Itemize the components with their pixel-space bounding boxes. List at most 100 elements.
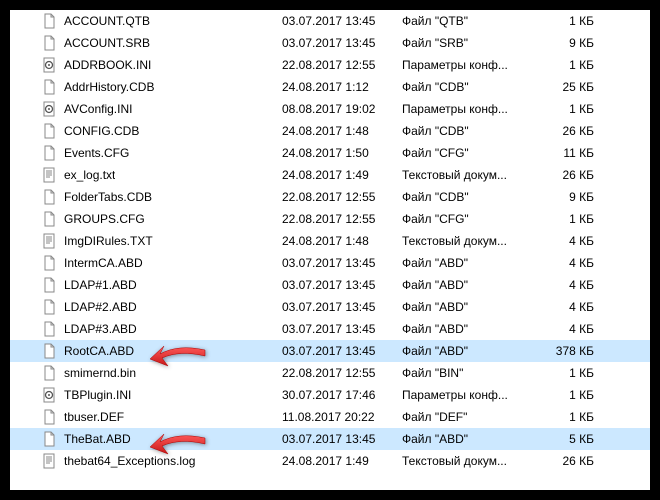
file-date-cell: 03.07.2017 13:45: [282, 300, 402, 314]
file-name-label: ImgDIRules.TXT: [64, 234, 153, 248]
file-name-cell[interactable]: LDAP#1.ABD: [42, 277, 282, 293]
file-name-label: CONFIG.CDB: [64, 124, 139, 138]
file-icon: [42, 321, 58, 337]
file-name-cell[interactable]: smimernd.bin: [42, 365, 282, 381]
table-row[interactable]: IntermCA.ABD03.07.2017 13:45Файл "ABD"4 …: [10, 252, 650, 274]
file-name-cell[interactable]: tbuser.DEF: [42, 409, 282, 425]
table-row[interactable]: AVConfig.INI08.08.2017 19:02Параметры ко…: [10, 98, 650, 120]
table-row[interactable]: ACCOUNT.SRB03.07.2017 13:45Файл "SRB"9 К…: [10, 32, 650, 54]
file-name-cell[interactable]: ACCOUNT.SRB: [42, 35, 282, 51]
file-size-cell: 4 КБ: [542, 234, 602, 248]
table-row[interactable]: ADDRBOOK.INI 22.08.2017 12:55Параметры ко…: [10, 54, 650, 76]
table-row[interactable]: FolderTabs.CDB 22.08.2017 12:55Файл "CDB"…: [10, 186, 650, 208]
file-type-cell: Файл "CDB": [402, 190, 542, 204]
table-row[interactable]: TBPlugin.INI30.07.2017 17:46Параметры ко…: [10, 384, 650, 406]
file-icon: [42, 145, 58, 161]
file-size-cell: 4 КБ: [542, 322, 602, 336]
file-size-cell: 378 КБ: [542, 344, 602, 358]
file-name-cell[interactable]: AVConfig.INI: [42, 101, 282, 117]
file-type-cell: Файл "ABD": [402, 322, 542, 336]
file-type-cell: Файл "ABD": [402, 432, 542, 446]
file-name-cell[interactable]: CONFIG.CDB: [42, 123, 282, 139]
table-row[interactable]: RootCA.ABD03.07.2017 13:45Файл "ABD"378 …: [10, 340, 650, 362]
file-name-label: ADDRBOOK.INI: [64, 58, 151, 72]
table-row[interactable]: smimernd.bin22.08.2017 12:55Файл "BIN"1 …: [10, 362, 650, 384]
file-icon: [42, 255, 58, 271]
file-type-cell: Параметры конф...: [402, 102, 542, 116]
file-name-cell[interactable]: ADDRBOOK.INI: [42, 57, 282, 73]
table-row[interactable]: Events.CFG24.08.2017 1:50Файл "CFG"11 КБ: [10, 142, 650, 164]
table-row[interactable]: LDAP#2.ABD03.07.2017 13:45Файл "ABD"4 КБ: [10, 296, 650, 318]
file-date-cell: 03.07.2017 13:45: [282, 36, 402, 50]
table-row[interactable]: ImgDIRules.TXT24.08.2017 1:48Текстовый д…: [10, 230, 650, 252]
file-type-cell: Файл "BIN": [402, 366, 542, 380]
file-name-label: TBPlugin.INI: [64, 388, 131, 402]
file-name-label: GROUPS.CFG: [64, 212, 145, 226]
file-date-cell: 24.08.2017 1:49: [282, 454, 402, 468]
file-name-cell[interactable]: ex_log.txt: [42, 167, 282, 183]
ini-icon: [42, 387, 58, 403]
file-size-cell: 26 КБ: [542, 124, 602, 138]
ini-icon: [42, 57, 58, 73]
table-row[interactable]: thebat64_Exceptions.log24.08.2017 1:49Те…: [10, 450, 650, 472]
file-name-label: smimernd.bin: [64, 366, 136, 380]
file-name-label: thebat64_Exceptions.log: [64, 454, 195, 468]
file-name-cell[interactable]: RootCA.ABD: [42, 343, 282, 359]
file-list[interactable]: ACCOUNT.QTB03.07.2017 13:45Файл "QTB"1 К…: [10, 10, 650, 490]
file-type-cell: Параметры конф...: [402, 388, 542, 402]
file-type-cell: Параметры конф...: [402, 58, 542, 72]
file-name-label: TheBat.ABD: [64, 432, 131, 446]
file-name-cell[interactable]: AddrHistory.CDB: [42, 79, 282, 95]
file-name-label: IntermCA.ABD: [64, 256, 143, 270]
file-name-cell[interactable]: FolderTabs.CDB: [42, 189, 282, 205]
file-name-cell[interactable]: LDAP#2.ABD: [42, 299, 282, 315]
file-date-cell: 24.08.2017 1:48: [282, 234, 402, 248]
file-name-cell[interactable]: Events.CFG: [42, 145, 282, 161]
table-row[interactable]: LDAP#3.ABD03.07.2017 13:45Файл "ABD"4 КБ: [10, 318, 650, 340]
table-row[interactable]: CONFIG.CDB24.08.2017 1:48Файл "CDB"26 КБ: [10, 120, 650, 142]
table-row[interactable]: AddrHistory.CDB24.08.2017 1:12Файл "CDB"…: [10, 76, 650, 98]
table-row[interactable]: GROUPS.CFG22.08.2017 12:55Файл "CFG"1 КБ: [10, 208, 650, 230]
file-date-cell: 24.08.2017 1:50: [282, 146, 402, 160]
file-type-cell: Файл "ABD": [402, 344, 542, 358]
file-size-cell: 25 КБ: [542, 80, 602, 94]
table-row[interactable]: ex_log.txt24.08.2017 1:49Текстовый докум…: [10, 164, 650, 186]
file-icon: [42, 343, 58, 359]
file-size-cell: 1 КБ: [542, 58, 602, 72]
file-name-cell[interactable]: LDAP#3.ABD: [42, 321, 282, 337]
file-name-label: ACCOUNT.SRB: [64, 36, 150, 50]
file-date-cell: 11.08.2017 20:22: [282, 410, 402, 424]
file-type-cell: Файл "ABD": [402, 256, 542, 270]
file-name-cell[interactable]: thebat64_Exceptions.log: [42, 453, 282, 469]
file-type-cell: Файл "ABD": [402, 300, 542, 314]
file-size-cell: 1 КБ: [542, 212, 602, 226]
file-date-cell: 22.08.2017 12:55: [282, 58, 402, 72]
table-row[interactable]: TheBat.ABD03.07.2017 13:45Файл "ABD"5 КБ: [10, 428, 650, 450]
table-row[interactable]: ACCOUNT.QTB03.07.2017 13:45Файл "QTB"1 К…: [10, 10, 650, 32]
file-date-cell: 03.07.2017 13:45: [282, 344, 402, 358]
file-date-cell: 03.07.2017 13:45: [282, 278, 402, 292]
file-name-label: FolderTabs.CDB: [64, 190, 152, 204]
file-icon: [42, 189, 58, 205]
file-name-cell[interactable]: ACCOUNT.QTB: [42, 13, 282, 29]
table-row[interactable]: LDAP#1.ABD03.07.2017 13:45Файл "ABD"4 КБ: [10, 274, 650, 296]
file-icon: [42, 123, 58, 139]
file-icon: [42, 35, 58, 51]
file-name-cell[interactable]: TBPlugin.INI: [42, 387, 282, 403]
file-name-cell[interactable]: TheBat.ABD: [42, 431, 282, 447]
file-date-cell: 08.08.2017 19:02: [282, 102, 402, 116]
file-icon: [42, 79, 58, 95]
file-date-cell: 22.08.2017 12:55: [282, 190, 402, 204]
file-type-cell: Файл "DEF": [402, 410, 542, 424]
file-name-cell[interactable]: GROUPS.CFG: [42, 211, 282, 227]
file-icon: [42, 299, 58, 315]
file-name-label: LDAP#2.ABD: [64, 300, 137, 314]
ini-icon: [42, 101, 58, 117]
table-row[interactable]: tbuser.DEF11.08.2017 20:22Файл "DEF"1 КБ: [10, 406, 650, 428]
file-icon: [42, 409, 58, 425]
file-name-label: LDAP#3.ABD: [64, 322, 137, 336]
file-name-label: LDAP#1.ABD: [64, 278, 137, 292]
file-name-cell[interactable]: ImgDIRules.TXT: [42, 233, 282, 249]
file-size-cell: 1 КБ: [542, 14, 602, 28]
file-name-cell[interactable]: IntermCA.ABD: [42, 255, 282, 271]
